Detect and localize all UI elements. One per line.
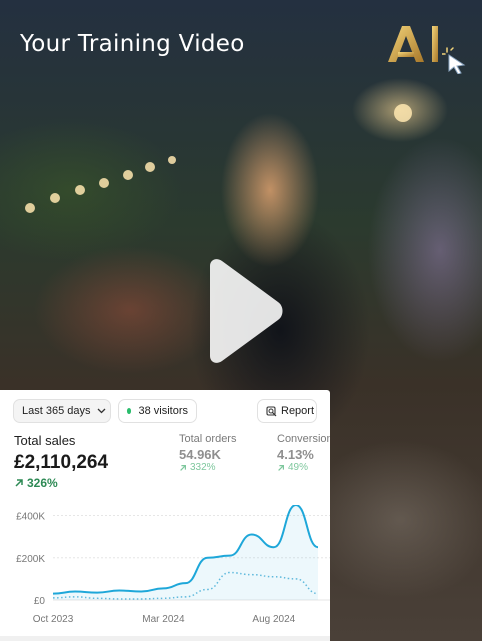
cursor-click-icon — [442, 47, 466, 74]
arrow-up-right-icon — [180, 464, 186, 471]
total-sales-delta: 326% — [14, 476, 58, 490]
series-area — [53, 505, 318, 600]
y-tick-label: £0 — [34, 596, 46, 607]
play-icon — [210, 259, 283, 363]
total-sales-label: Total sales — [14, 433, 76, 448]
report-label: Report — [281, 405, 315, 417]
y-tick-label: £200K — [16, 554, 45, 565]
video-title: Your Training Video — [20, 31, 245, 57]
sales-dashboard-card: Last 365 days 38 visitors Report Total s… — [0, 390, 330, 641]
live-dot-icon — [127, 408, 132, 414]
arrow-up-right-icon — [15, 479, 23, 487]
chevron-down-icon — [97, 406, 106, 416]
date-range-dropdown[interactable]: Last 365 days — [13, 399, 111, 423]
conversion-delta: 49% — [277, 462, 308, 473]
x-tick-label: Oct 2023 — [33, 614, 74, 625]
y-tick-label: £400K — [16, 512, 45, 523]
x-tick-label: Mar 2024 — [142, 614, 185, 625]
visitors-label: 38 visitors — [138, 405, 188, 417]
total-sales-value: £2,110,264 — [14, 452, 109, 473]
report-search-icon — [266, 405, 277, 417]
conversion-value: 4.13% — [277, 447, 314, 462]
brand-logo — [384, 22, 468, 74]
conversion-label: Conversion — [277, 433, 330, 445]
total-orders-delta: 332% — [179, 462, 216, 473]
total-orders-label: Total orders — [179, 433, 237, 445]
sales-line-chart: £400K £200K £0 Oct 2023 Mar 2024 Aug 2024 — [16, 505, 330, 625]
arrow-up-right-icon — [278, 464, 284, 471]
date-range-label: Last 365 days — [22, 405, 91, 417]
x-tick-label: Aug 2024 — [252, 614, 295, 625]
report-button[interactable]: Report — [257, 399, 317, 423]
card-footer-strip — [0, 636, 330, 641]
live-visitors-button[interactable]: 38 visitors — [118, 399, 197, 423]
total-orders-value: 54.96K — [179, 447, 221, 462]
play-button[interactable] — [198, 258, 284, 364]
